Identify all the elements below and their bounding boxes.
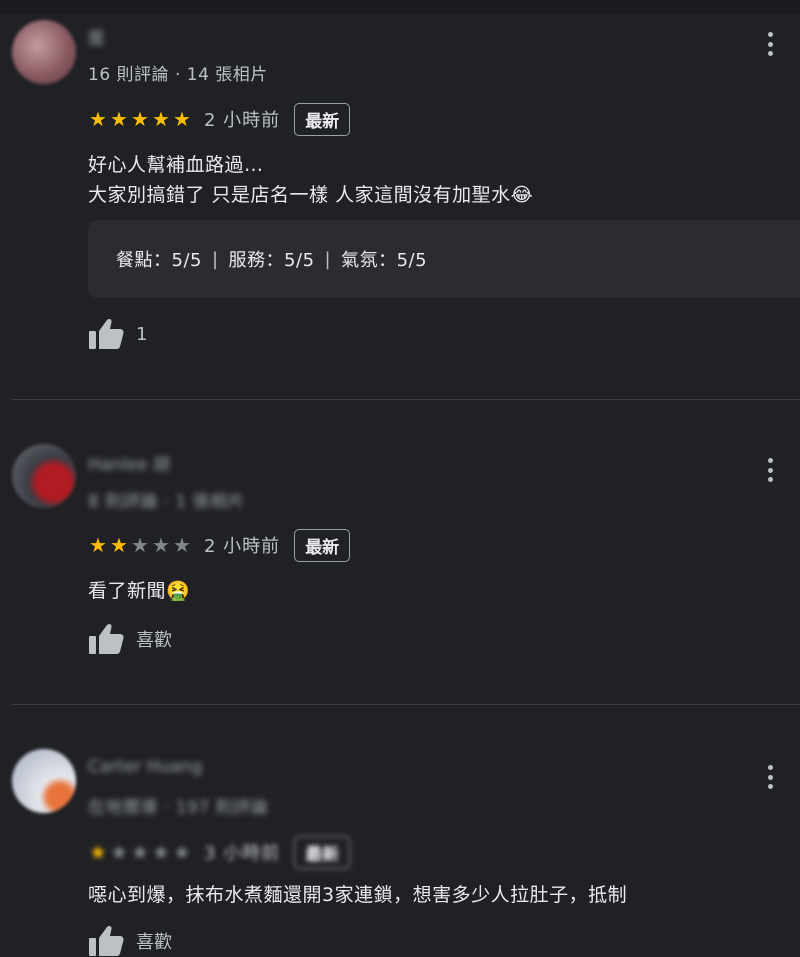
- thumbs-up-icon: [88, 925, 124, 957]
- thumbs-up-icon: [88, 623, 124, 655]
- rating-row: ★ ★ ★ ★ ★ 2 小時前 最新: [88, 102, 351, 136]
- rating-row: ★ ★ ★ ★ ★ 2 小時前 最新: [88, 528, 351, 562]
- star-rating: ★ ★ ★ ★ ★: [88, 842, 192, 862]
- service-rating: 服務：5/5: [228, 250, 315, 271]
- like-count: 1: [136, 323, 148, 345]
- avatar[interactable]: [12, 444, 76, 508]
- like-button[interactable]: 喜歡: [88, 623, 172, 655]
- more-options-icon[interactable]: [758, 456, 782, 484]
- avatar[interactable]: [12, 20, 76, 84]
- more-options-icon[interactable]: [758, 763, 782, 791]
- star-empty-icon: ★: [131, 533, 149, 557]
- star-filled-icon: ★: [152, 107, 170, 131]
- star-filled-icon: ★: [110, 533, 128, 557]
- star-empty-icon: ★: [173, 840, 191, 864]
- review-text: 看了新聞🤮: [88, 580, 191, 602]
- star-filled-icon: ★: [173, 107, 191, 131]
- more-options-icon[interactable]: [758, 30, 782, 58]
- food-rating: 餐點：5/5: [116, 250, 202, 271]
- star-filled-icon: ★: [131, 107, 149, 131]
- star-rating: ★ ★ ★ ★ ★: [88, 535, 192, 555]
- star-empty-icon: ★: [173, 533, 191, 557]
- like-button[interactable]: 喜歡: [88, 925, 172, 957]
- review-card: Carter Huang 在地嚮導 · 197 則評論 ★ ★ ★ ★ ★ 3 小時前 …: [0, 705, 800, 956]
- like-button[interactable]: 1: [88, 318, 147, 350]
- author-name[interactable]: Hanlee 胡: [88, 450, 170, 475]
- like-label: 喜歡: [136, 932, 172, 953]
- sub-ratings: 餐點：5/5 | 服務：5/5 | 氣氛：5/5: [88, 220, 800, 298]
- star-filled-icon: ★: [110, 107, 128, 131]
- author-meta[interactable]: 8 則評論 · 1 張相片: [88, 487, 245, 512]
- review-text-line: 大家別搞錯了 只是店名一樣 人家這間沒有加聖水😂: [88, 184, 534, 206]
- thumbs-up-icon: [88, 318, 124, 350]
- review-time: 3 小時前: [204, 843, 281, 864]
- review-time: 2 小時前: [204, 110, 281, 131]
- review-text: 噁心到爆，抹布水煮麵還開3家連鎖，想害多少人拉肚子，抵制: [88, 884, 628, 906]
- star-empty-icon: ★: [152, 840, 170, 864]
- separator: |: [211, 248, 219, 270]
- like-label: 喜歡: [136, 630, 172, 651]
- star-filled-icon: ★: [89, 107, 107, 131]
- newest-badge: 最新: [294, 835, 351, 869]
- author-meta[interactable]: 在地嚮導 · 197 則評論: [88, 793, 268, 818]
- avatar[interactable]: [12, 749, 76, 813]
- author-name[interactable]: 匿: [88, 24, 105, 49]
- star-filled-icon: ★: [89, 840, 107, 864]
- review-time: 2 小時前: [204, 536, 281, 557]
- atmosphere-rating: 氣氛：5/5: [341, 250, 428, 271]
- newest-badge: 最新: [294, 528, 351, 562]
- star-empty-icon: ★: [131, 840, 149, 864]
- author-name[interactable]: Carter Huang: [88, 757, 202, 777]
- star-filled-icon: ★: [89, 533, 107, 557]
- star-empty-icon: ★: [152, 533, 170, 557]
- star-empty-icon: ★: [110, 840, 128, 864]
- newest-badge: 最新: [294, 102, 351, 136]
- rating-row: ★ ★ ★ ★ ★ 3 小時前 最新: [88, 835, 351, 869]
- author-meta[interactable]: 16 則評論 · 14 張相片: [88, 60, 268, 85]
- review-text-line: 好心人幫補血路過…: [88, 154, 264, 176]
- separator: |: [324, 248, 332, 270]
- star-rating: ★ ★ ★ ★ ★: [88, 109, 192, 129]
- review-card: Hanlee 胡 8 則評論 · 1 張相片 ★ ★ ★ ★ ★ 2 小時前 最新 看了…: [0, 400, 800, 705]
- review-card: 匿 16 則評論 · 14 張相片 ★ ★ ★ ★ ★ 2 小時前 最新 好心人幫補血路…: [0, 0, 800, 400]
